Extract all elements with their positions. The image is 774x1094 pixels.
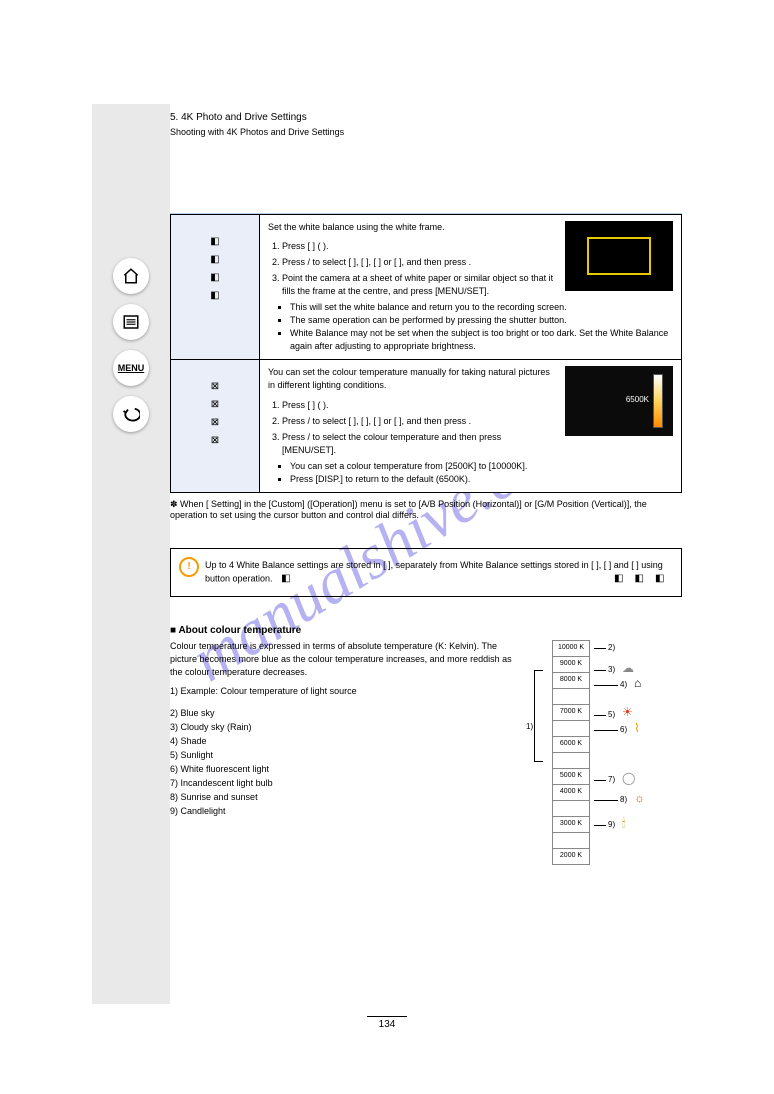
leader-line (594, 685, 618, 686)
kelvin-note1: 1) Example: Colour temperature of light … (170, 685, 522, 698)
scale-row: 10000 K (552, 640, 590, 656)
hint-box: ! Up to 4 White Balance settings are sto… (170, 548, 682, 598)
kelvin-scale: 10000 K 9000 K 8000 K 7000 K 6000 K 5000… (552, 640, 590, 865)
list-item: 7) Incandescent light bulb (170, 777, 522, 790)
section-sub: Shooting with 4K Photos and Drive Settin… (170, 127, 682, 137)
list-item: 9) Candlelight (170, 805, 522, 818)
contents-button[interactable] (113, 304, 149, 340)
table-row: ⊠ ⊠ ⊠ ⊠ 6500K You can set the colour tem… (171, 360, 682, 492)
note: White Balance may not be set when the su… (290, 327, 673, 353)
list-item: 5) Sunlight (170, 749, 522, 762)
kelvin-text: Colour temperature is expressed in terms… (170, 640, 522, 830)
wb-k-desc: 6500K You can set the colour temperature… (260, 360, 682, 492)
back-icon (122, 405, 140, 423)
section-title: 5. 4K Photo and Drive Settings (170, 112, 682, 123)
wbk-icon-2: ⊠ (206, 398, 224, 412)
white-frame-icon (587, 237, 651, 275)
list-item: 3) Cloudy sky (Rain) (170, 721, 522, 734)
scale-row (552, 752, 590, 768)
note: You can set a colour temperature from [2… (290, 460, 673, 473)
legend-num: 5) (608, 710, 615, 719)
sidebar: MENU (92, 104, 170, 1004)
bracket-icon (534, 670, 543, 762)
kelvin-heading: ■ About colour temperature (170, 625, 682, 636)
legend-num: 6) (620, 725, 627, 734)
scale-row (552, 688, 590, 704)
back-button[interactable] (113, 396, 149, 432)
wbset-icon-2: ◧ (206, 253, 224, 267)
scale-row: 7000 K (552, 704, 590, 720)
sunset-icon: ☼ (634, 792, 645, 804)
scale-row (552, 720, 590, 736)
list-item: 6) White fluorescent light (170, 763, 522, 776)
legend-num: 3) (608, 665, 615, 674)
legend-num: 2) (608, 643, 615, 652)
main-content: 5. 4K Photo and Drive Settings Shooting … (170, 104, 682, 830)
bulb-icon: ◯ (622, 772, 635, 784)
menu-button[interactable]: MENU (113, 350, 149, 386)
candle-icon: 🕯 (622, 817, 625, 829)
scale-row (552, 800, 590, 816)
scale-row: 6000 K (552, 736, 590, 752)
scale-row: 3000 K (552, 816, 590, 832)
leader-line (594, 670, 606, 671)
scale-row: 5000 K (552, 768, 590, 784)
hint-bulb-icon: ! (179, 557, 199, 577)
fluorescent-icon: ⌇ (634, 722, 640, 734)
wb-set-desc: Set the white balance using the white fr… (260, 215, 682, 360)
wbset-icon: ◧ (655, 572, 669, 587)
legend-num: 9) (608, 820, 615, 829)
wbk-icon-3: ⊠ (206, 416, 224, 430)
legend-num: 8) (620, 795, 627, 804)
kelvin-section: ■ About colour temperature Colour temper… (170, 625, 682, 830)
preview-kelvin-slider: 6500K (565, 366, 673, 436)
wbset-icon: ◧ (614, 572, 628, 587)
scale-row: 2000 K (552, 848, 590, 865)
bracket-label: 1) (526, 722, 533, 731)
leader-line (594, 715, 606, 716)
wbset-icon: ◧ (281, 572, 295, 587)
page-number: 134 (367, 1016, 407, 1030)
home-icon (122, 267, 140, 285)
wb-k-label: ⊠ ⊠ ⊠ ⊠ (171, 360, 260, 492)
leader-line (594, 780, 606, 781)
note: This will set the white balance and retu… (290, 301, 673, 314)
wbk-icon-1: ⊠ (206, 380, 224, 394)
scale-row: 9000 K (552, 656, 590, 672)
note: Press [DISP.] to return to the default (… (290, 473, 673, 486)
kelvin-slider-value: 6500K (626, 394, 649, 406)
hint-text: Up to 4 White Balance settings are store… (205, 560, 663, 584)
shade-icon: ⌂ (634, 677, 641, 689)
wb-table: ◧ ◧ ◧ ◧ Set the white balance using the … (170, 214, 682, 493)
note: The same operation can be performed by p… (290, 314, 673, 327)
scale-row: 4000 K (552, 784, 590, 800)
table-row: ◧ ◧ ◧ ◧ Set the white balance using the … (171, 215, 682, 360)
kelvin-chart: 1) 10000 K 9000 K 8000 K 7000 K 6000 K 5… (532, 640, 682, 830)
preview-whiteframe (565, 221, 673, 291)
list-item: 2) Blue sky (170, 707, 522, 720)
sun-icon: ☀ (622, 706, 633, 718)
legend-num: 7) (608, 775, 615, 784)
wb-set-label: ◧ ◧ ◧ ◧ (171, 215, 260, 360)
wbset-icon-3: ◧ (206, 271, 224, 285)
legend-num: 4) (620, 680, 627, 689)
wbset-icon: ◧ (634, 572, 648, 587)
list-item: 4) Shade (170, 735, 522, 748)
list-icon (122, 313, 140, 331)
scale-row (552, 832, 590, 848)
leader-line (594, 800, 618, 801)
leader-line (594, 648, 606, 649)
kelvin-slider-icon (653, 374, 663, 428)
leader-line (594, 825, 606, 826)
cloud-icon: ☁ (622, 662, 634, 674)
scale-row: 8000 K (552, 672, 590, 688)
wbset-icon-4: ◧ (206, 289, 224, 303)
wbk-icon-4: ⊠ (206, 434, 224, 448)
wb-footnote: ✽ When [ Setting] in the [Custom] ([Oper… (170, 499, 682, 520)
wbset-icon-1: ◧ (206, 235, 224, 249)
home-button[interactable] (113, 258, 149, 294)
menu-icon: MENU (118, 363, 145, 373)
leader-line (594, 730, 618, 731)
list-item: 8) Sunrise and sunset (170, 791, 522, 804)
